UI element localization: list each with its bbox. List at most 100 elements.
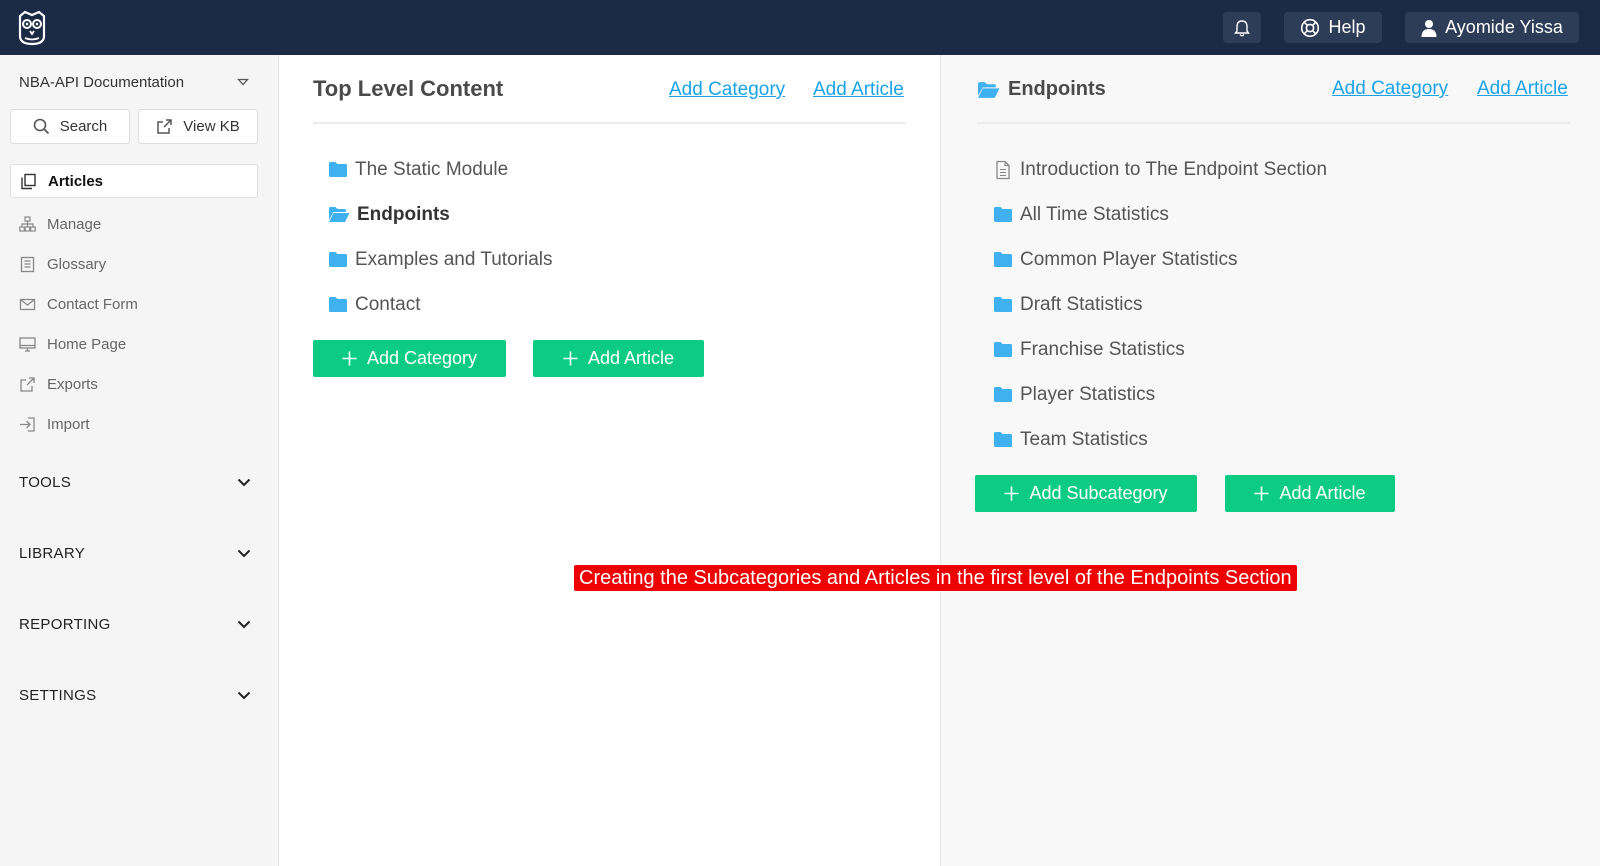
- sidebar-item-label: Articles: [48, 172, 104, 190]
- lifebuoy-icon: [1301, 18, 1320, 37]
- folder-icon: [994, 252, 1012, 267]
- section-label: LIBRARY: [19, 544, 86, 562]
- user-icon: [1421, 19, 1437, 37]
- item-label: Introduction to The Endpoint Section: [1020, 158, 1328, 180]
- endpoints-list: Introduction to The Endpoint Section All…: [993, 147, 1327, 462]
- sidebar-item-label: Home Page: [47, 335, 127, 353]
- notifications-button[interactable]: [1223, 12, 1261, 43]
- panel-title: Endpoints: [977, 78, 1106, 101]
- item-label: Endpoints: [357, 203, 450, 225]
- item-label: Draft Statistics: [1020, 293, 1143, 315]
- help-label: Help: [1328, 17, 1366, 37]
- sidebar-item-label: Import: [47, 415, 90, 433]
- chevron-down-icon: [237, 620, 251, 628]
- endpoints-panel: Endpoints Add Category Add Article Intro…: [940, 55, 1600, 866]
- add-article-button[interactable]: Add Article: [533, 340, 704, 377]
- view-kb-button[interactable]: View KB: [138, 109, 258, 144]
- sidebar-item-home-page[interactable]: Home Page: [10, 324, 258, 364]
- import-icon: [20, 416, 35, 432]
- top-level-content-panel: Top Level Content Add Category Add Artic…: [280, 55, 940, 866]
- list-item[interactable]: The Static Module: [328, 147, 553, 192]
- section-tools[interactable]: TOOLS: [19, 470, 251, 494]
- knowledge-base-selector[interactable]: NBA-API Documentation: [19, 71, 249, 93]
- list-item[interactable]: All Time Statistics: [993, 192, 1327, 237]
- button-label: Add Article: [587, 348, 675, 368]
- folder-icon: [329, 297, 347, 312]
- external-link-icon: [157, 119, 173, 134]
- sidebar-item-exports[interactable]: Exports: [10, 364, 258, 404]
- item-label: Franchise Statistics: [1020, 338, 1185, 360]
- articles-icon: [21, 173, 36, 189]
- item-label: Common Player Statistics: [1020, 248, 1238, 270]
- item-label: The Static Module: [355, 158, 509, 180]
- sidebar-item-label: Glossary: [47, 255, 107, 273]
- add-article-link[interactable]: Add Article: [813, 79, 904, 101]
- section-settings[interactable]: SETTINGS: [19, 683, 251, 707]
- sidebar-item-contact-form[interactable]: Contact Form: [10, 284, 258, 324]
- section-library[interactable]: LIBRARY: [19, 541, 251, 565]
- button-label: Add Category: [366, 348, 478, 368]
- list-item[interactable]: Team Statistics: [993, 417, 1327, 462]
- section-label: TOOLS: [19, 473, 72, 491]
- plus-icon: [1004, 486, 1019, 501]
- folder-open-icon: [329, 207, 350, 222]
- plus-icon: [342, 351, 357, 366]
- help-button[interactable]: Help: [1284, 12, 1382, 43]
- list-item[interactable]: Introduction to The Endpoint Section: [993, 147, 1327, 192]
- item-label: All Time Statistics: [1020, 203, 1169, 225]
- book-icon: [20, 256, 35, 272]
- folder-icon: [994, 297, 1012, 312]
- add-category-link[interactable]: Add Category: [669, 79, 785, 101]
- folder-icon: [329, 252, 347, 267]
- folder-icon: [994, 432, 1012, 447]
- list-item[interactable]: Examples and Tutorials: [328, 237, 553, 282]
- sidebar-item-manage[interactable]: Manage: [10, 204, 258, 244]
- document-icon: [996, 160, 1010, 179]
- add-subcategory-button[interactable]: Add Subcategory: [975, 475, 1197, 512]
- caret-down-icon: [237, 78, 249, 86]
- button-label: Add Subcategory: [1029, 483, 1168, 503]
- button-label: Add Article: [1279, 483, 1366, 503]
- add-category-link[interactable]: Add Category: [1332, 78, 1448, 100]
- sitemap-icon: [19, 215, 36, 232]
- user-menu-button[interactable]: Ayomide Yissa: [1405, 12, 1579, 43]
- search-icon: [33, 118, 49, 135]
- owl-logo-icon[interactable]: [16, 10, 48, 46]
- list-item[interactable]: Franchise Statistics: [993, 327, 1327, 372]
- tutorial-caption: Creating the Subcategories and Articles …: [574, 565, 1297, 591]
- sidebar-nav: Articles Manage Glossary Contact Form Ho…: [10, 164, 258, 444]
- sidebar: NBA-API Documentation Search View KB Art…: [0, 55, 279, 866]
- plus-icon: [1254, 486, 1269, 501]
- section-label: REPORTING: [19, 615, 111, 633]
- section-label: SETTINGS: [19, 686, 97, 704]
- folder-icon: [994, 342, 1012, 357]
- search-button[interactable]: Search: [10, 109, 130, 144]
- sidebar-item-label: Manage: [47, 215, 102, 233]
- list-item[interactable]: Common Player Statistics: [993, 237, 1327, 282]
- add-article-button[interactable]: Add Article: [1225, 475, 1395, 512]
- monitor-icon: [19, 336, 36, 352]
- panel-title: Top Level Content: [313, 76, 504, 101]
- kb-name: NBA-API Documentation: [19, 73, 185, 91]
- list-item[interactable]: Draft Statistics: [993, 282, 1327, 327]
- item-label: Player Statistics: [1020, 383, 1156, 405]
- chevron-down-icon: [237, 549, 251, 557]
- folder-icon: [994, 387, 1012, 402]
- add-article-link[interactable]: Add Article: [1477, 78, 1568, 100]
- list-item[interactable]: Player Statistics: [993, 372, 1327, 417]
- sidebar-item-glossary[interactable]: Glossary: [10, 244, 258, 284]
- sidebar-item-label: Contact Form: [47, 295, 138, 313]
- divider: [977, 122, 1570, 124]
- sidebar-item-articles[interactable]: Articles: [10, 164, 258, 198]
- sidebar-item-import[interactable]: Import: [10, 404, 258, 444]
- chevron-down-icon: [237, 478, 251, 486]
- plus-icon: [563, 351, 578, 366]
- section-reporting[interactable]: REPORTING: [19, 612, 251, 636]
- export-icon: [20, 376, 35, 392]
- list-item[interactable]: Contact: [328, 282, 553, 327]
- panel-title-label: Endpoints: [1008, 78, 1106, 100]
- list-item[interactable]: Endpoints: [328, 192, 553, 237]
- user-name: Ayomide Yissa: [1445, 17, 1563, 37]
- add-category-button[interactable]: Add Category: [313, 340, 506, 377]
- item-label: Contact: [355, 293, 421, 315]
